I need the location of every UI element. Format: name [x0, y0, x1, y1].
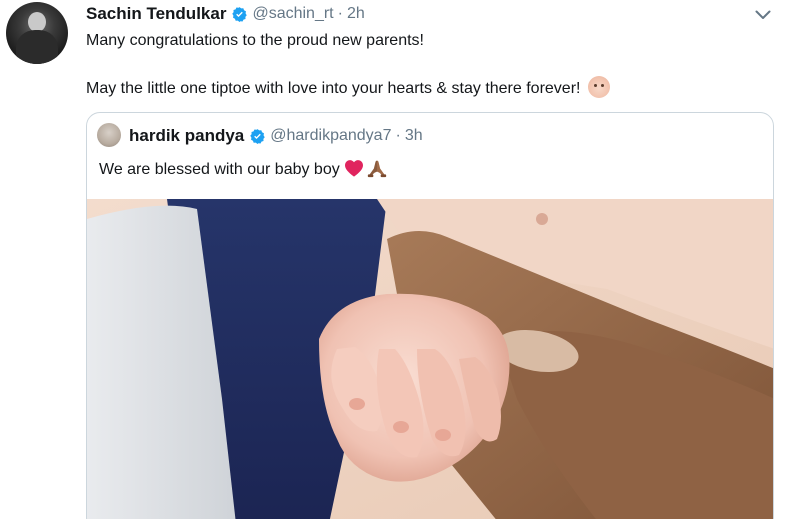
baby-face-emoji-icon [588, 76, 611, 98]
tweet-text-line-2: May the little one tiptoe with love into… [86, 76, 611, 98]
author-handle[interactable]: @sachin_rt [252, 5, 333, 23]
tweet-menu-button[interactable] [750, 4, 776, 26]
tweet-text-line-2-text: May the little one tiptoe with love into… [86, 80, 581, 97]
chevron-down-icon [755, 10, 771, 19]
quoted-verified-badge-icon [250, 128, 265, 144]
verified-badge-icon [232, 6, 248, 22]
avatar-head [28, 12, 46, 32]
author-avatar[interactable] [6, 2, 68, 64]
quoted-tweet-photo[interactable] [87, 199, 773, 519]
quoted-author-avatar [97, 123, 121, 147]
quoted-author-handle: @hardikpandya7 [270, 127, 392, 144]
quoted-author-display-name: hardik pandya [129, 126, 245, 145]
quoted-tweet-timestamp: 3h [404, 127, 423, 144]
quoted-tweet-text: We are blessed with our baby boy [99, 157, 388, 179]
tweet-header: Sachin Tendulkar @sachin_rt · 2h [86, 3, 365, 25]
quoted-tweet-header: hardik pandya @hardikpandya7 · 3h [129, 125, 423, 147]
red-heart-emoji-icon [344, 160, 363, 177]
tweet-timestamp[interactable]: 2h [347, 5, 365, 23]
quoted-meta-separator: · [395, 127, 401, 144]
folded-hands-emoji-icon [367, 160, 386, 178]
quoted-tweet-text-content: We are blessed with our baby boy [99, 161, 340, 178]
avatar-body [16, 30, 58, 64]
baby-hand-photo [87, 199, 773, 519]
meta-separator: · [337, 5, 343, 22]
tweet: Sachin Tendulkar @sachin_rt · 2h Many co… [0, 0, 786, 519]
quoted-tweet-card[interactable]: hardik pandya @hardikpandya7 · 3h We are… [86, 112, 774, 519]
author-display-name[interactable]: Sachin Tendulkar [86, 4, 226, 24]
tweet-text-line-1: Many congratulations to the proud new pa… [86, 32, 424, 49]
